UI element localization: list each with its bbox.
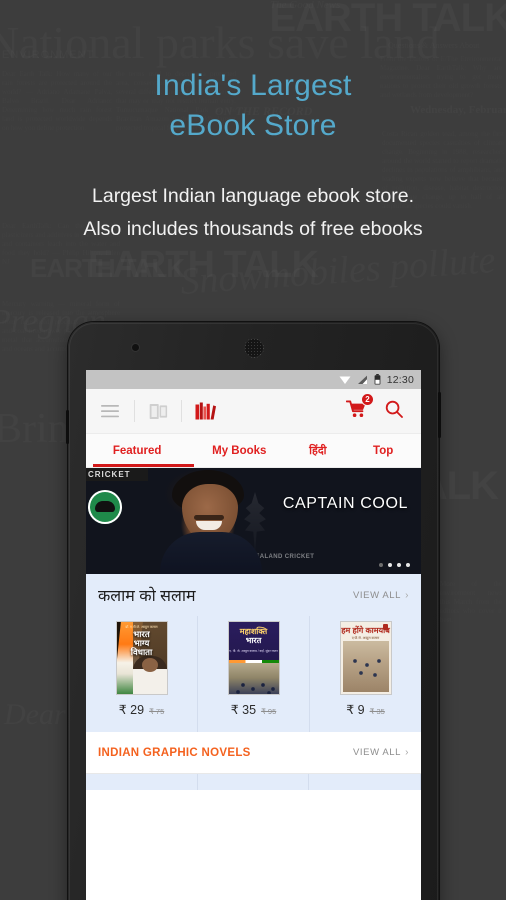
- headline-line-1: India's Largest: [154, 69, 352, 102]
- volume-button[interactable]: [438, 392, 441, 438]
- app-toolbar: 2: [86, 389, 421, 434]
- book-cover-author: ए.पी.जे. अब्दुल कलाम: [351, 636, 380, 640]
- chevron-right-icon: ›: [405, 589, 409, 601]
- cover-title-line-3: विधाता: [130, 647, 153, 657]
- carousel-dot[interactable]: [388, 563, 392, 567]
- price-row: ₹ 9 ₹ 35: [346, 702, 385, 717]
- status-bar-clock: 12:30: [386, 373, 414, 386]
- subtitle-line-2: Also includes thousands of free ebooks: [83, 218, 423, 240]
- my-library-button[interactable]: [135, 403, 181, 420]
- cover-title-line-2: भारत: [245, 636, 262, 645]
- book-mrp: ₹ 35: [369, 707, 385, 716]
- cart-button[interactable]: 2: [345, 393, 374, 423]
- crowd-photo-art: [228, 663, 279, 694]
- book-cover-author: ए. पी. जे. अब्दुल कलाम / वाई. सुंदर राजन: [229, 649, 278, 653]
- tab-featured[interactable]: Featured: [86, 434, 188, 467]
- portrait-art: [132, 656, 167, 694]
- featured-banner-carousel[interactable]: NEW ZEALAND CRICKET CRICKET CAPTAIN COOL: [86, 468, 421, 574]
- book-cover: महाशक्ति भारत ए. पी. जे. अब्दुल कलाम / व…: [227, 621, 280, 695]
- section-title: कलाम को सलाम: [98, 588, 196, 605]
- book-price: ₹ 29: [118, 703, 145, 717]
- book-reader-icon: [149, 403, 167, 419]
- signal-icon: [357, 375, 367, 384]
- banner-subject-mustache: [194, 515, 224, 520]
- phone-mockup: 12:30 2 Featured My Books हिंदी Top NEW …: [66, 322, 441, 900]
- book-item[interactable]: हम होंगे कामयाब ए.पी.जे. अब्दुल कलाम ₹ 9…: [310, 616, 421, 732]
- book-cover-title: महाशक्ति भारत: [229, 627, 279, 645]
- carousel-dot[interactable]: [397, 563, 401, 567]
- wifi-icon: [339, 376, 351, 384]
- cart-badge-count: 2: [361, 393, 374, 406]
- banner-title: CAPTAIN COOL: [282, 495, 408, 512]
- audience-photo-art: [342, 641, 389, 692]
- price-row: ₹ 35 ₹ 95: [231, 702, 277, 717]
- book-item[interactable]: महाशक्ति भारत ए. पी. जे. अब्दुल कलाम / व…: [198, 616, 310, 732]
- cover-title-line-1: महाशक्ति: [239, 627, 268, 636]
- headline-line-2: eBook Store: [169, 109, 337, 142]
- section-title: INDIAN GRAPHIC NOVELS: [98, 746, 251, 759]
- hamburger-menu-icon: [101, 404, 119, 417]
- book-price: ₹ 9: [346, 703, 365, 717]
- search-button[interactable]: [385, 400, 403, 423]
- tab-my-books[interactable]: My Books: [188, 434, 290, 467]
- battery-icon: [374, 374, 381, 385]
- book-cover-title: भारत भाग्य विधाता: [117, 630, 167, 657]
- tab-active-indicator: [93, 464, 194, 467]
- promo-text-block: India's Largest eBook Store Largest Indi…: [0, 0, 506, 246]
- tab-hindi[interactable]: हिंदी: [290, 434, 345, 467]
- book-cover: हम होंगे कामयाब ए.पी.जे. अब्दुल कलाम: [339, 621, 392, 695]
- carousel-dots[interactable]: [379, 563, 410, 567]
- book-price: ₹ 35: [230, 703, 257, 717]
- status-bar: 12:30: [86, 370, 421, 389]
- promo-subtitle: Largest Indian language ebook store. Als…: [0, 180, 506, 246]
- carousel-dot[interactable]: [379, 563, 383, 567]
- chevron-right-icon: ›: [405, 747, 409, 758]
- view-all-label: VIEW ALL: [352, 747, 402, 758]
- section-header-graphic-novels: INDIAN GRAPHIC NOVELS VIEW ALL ›: [86, 732, 421, 774]
- book-cover: डॉ. ए.पी.जे. अब्दुल कलाम भारत भाग्य विधा…: [115, 621, 168, 695]
- subtitle-line-1: Largest Indian language ebook store.: [92, 185, 414, 207]
- book-item[interactable]: डॉ. ए.पी.जे. अब्दुल कलाम भारत भाग्य विधा…: [86, 616, 198, 732]
- front-camera-icon: [132, 344, 139, 351]
- earpiece-speaker-icon: [243, 338, 264, 358]
- book-shelf-kalam: डॉ. ए.पी.जे. अब्दुल कलाम भारत भाग्य विधा…: [86, 616, 421, 732]
- section-header-kalam: कलाम को सलाम VIEW ALL ›: [86, 574, 421, 616]
- book-item[interactable]: [86, 774, 198, 790]
- book-shelf-graphic-novels: [86, 774, 421, 790]
- book-mrp: ₹ 75: [149, 707, 165, 716]
- view-all-label: VIEW ALL: [352, 589, 402, 601]
- sponsor-logo-icon: [88, 490, 122, 524]
- view-all-link-graphic-novels[interactable]: VIEW ALL ›: [353, 747, 409, 758]
- carousel-dot[interactable]: [406, 563, 410, 567]
- book-mrp: ₹ 95: [261, 707, 277, 716]
- search-icon: [385, 400, 403, 418]
- power-button[interactable]: [66, 410, 69, 444]
- view-all-link-kalam[interactable]: VIEW ALL ›: [353, 590, 409, 601]
- menu-button[interactable]: [86, 404, 134, 418]
- book-item[interactable]: [198, 774, 310, 790]
- bookshelf-icon: [195, 402, 216, 420]
- book-item[interactable]: [309, 774, 421, 790]
- page-title: India's Largest eBook Store: [0, 66, 506, 146]
- store-button[interactable]: [182, 402, 228, 420]
- banner-corner-label: CRICKET: [86, 468, 148, 481]
- tab-top[interactable]: Top: [345, 434, 421, 467]
- price-row: ₹ 29 ₹ 75: [119, 702, 165, 717]
- phone-screen: 12:30 2 Featured My Books हिंदी Top NEW …: [86, 370, 421, 900]
- tab-bar: Featured My Books हिंदी Top: [86, 434, 421, 468]
